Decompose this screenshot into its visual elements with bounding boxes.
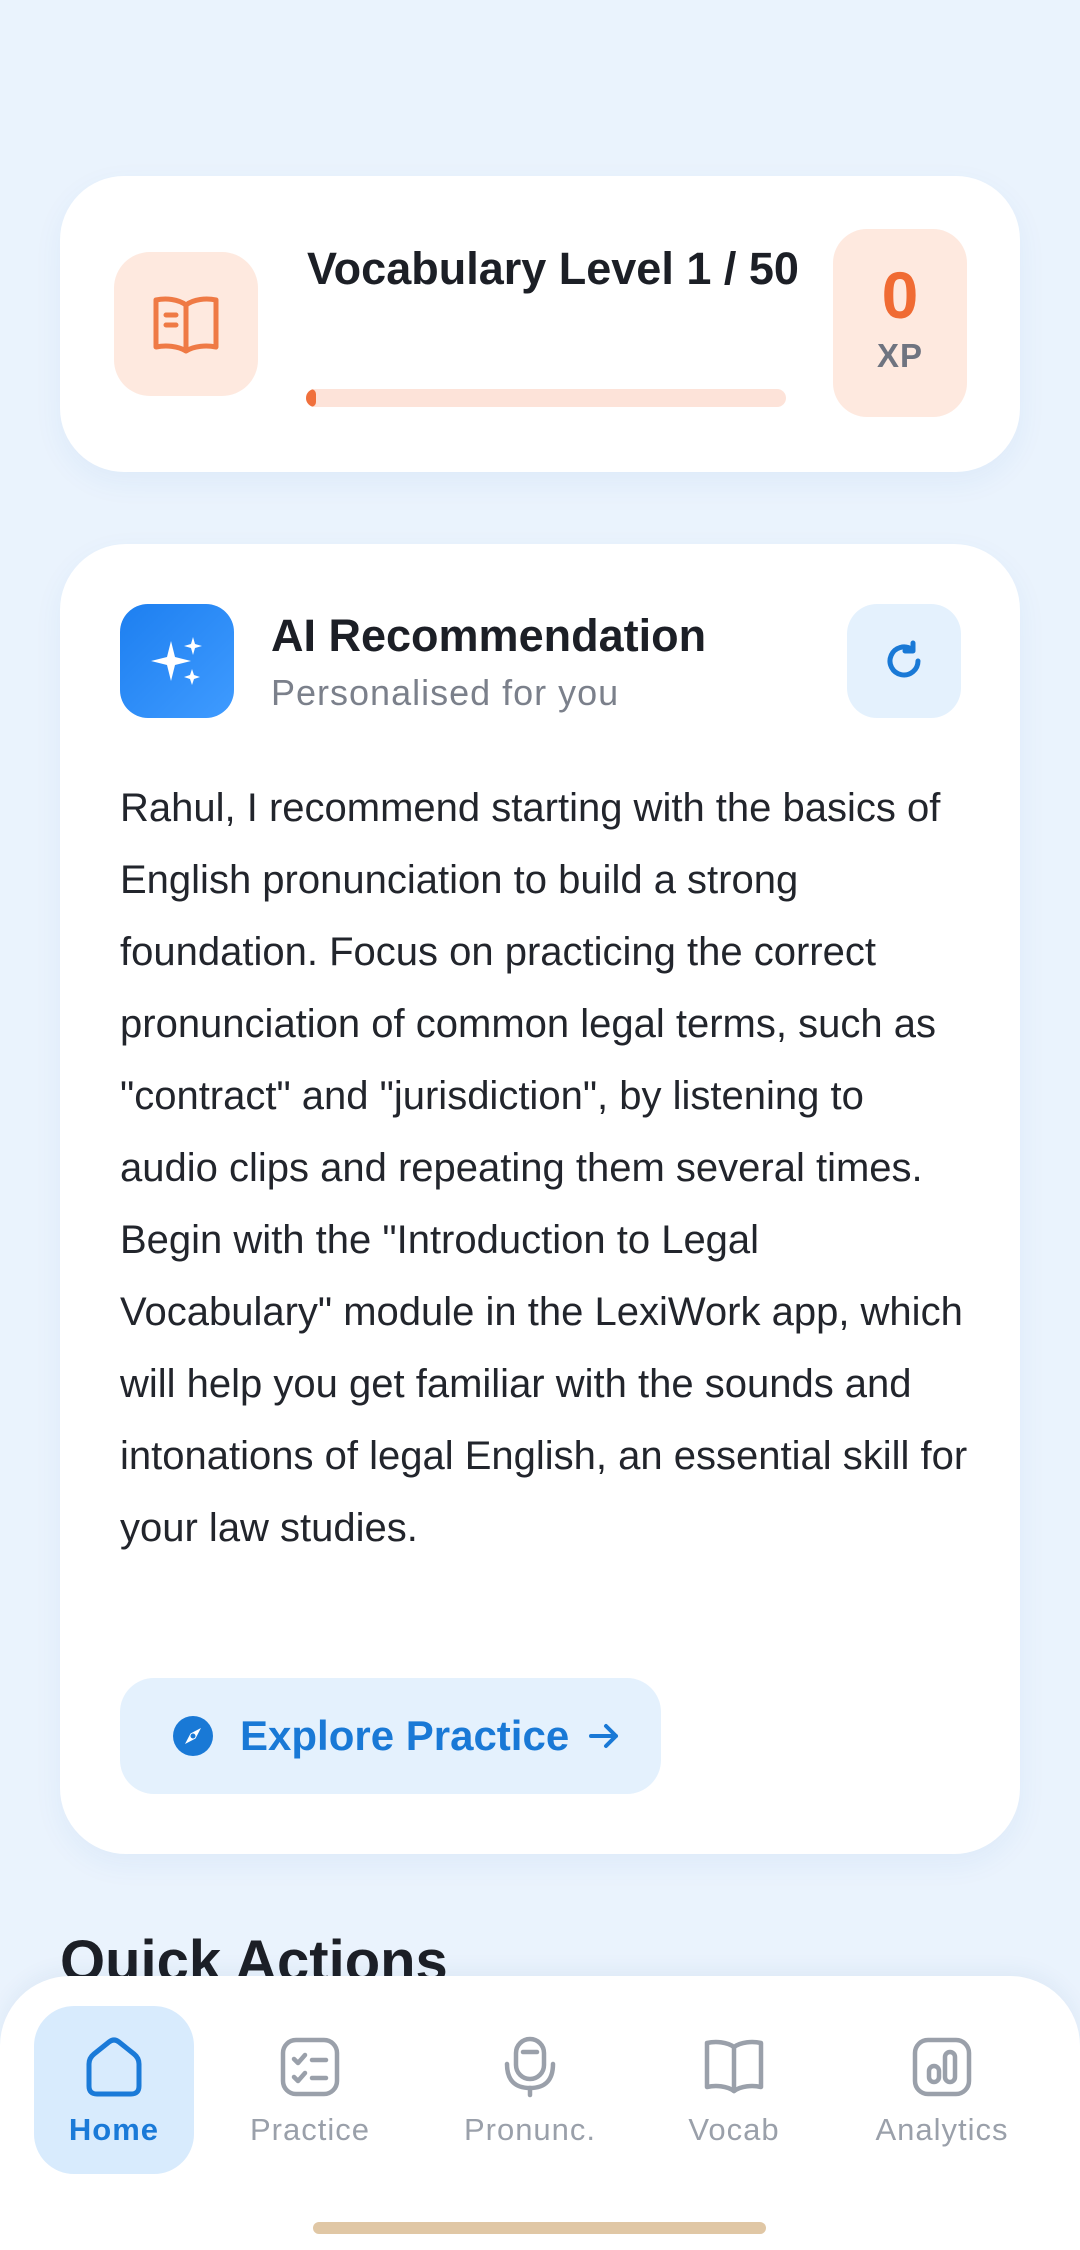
refresh-button[interactable]: [847, 604, 961, 718]
ai-card-subtitle: Personalised for you: [271, 672, 620, 713]
compass-icon: [173, 1716, 213, 1756]
nav-home-label: Home: [68, 2112, 160, 2147]
sparkles-icon: [120, 604, 234, 718]
nav-pronunciation-label: Pronunc.: [463, 2112, 597, 2147]
vocabulary-level-card[interactable]: Vocabulary Level 1 / 50 0 XP: [60, 176, 1020, 472]
refresh-icon: [887, 640, 921, 678]
bottom-navigation: Home Practice Pronunc. Vocab Analytics: [0, 1976, 1080, 2250]
checklist-icon: [280, 2030, 340, 2104]
book-open-icon: [703, 2030, 765, 2104]
home-indicator: [313, 2222, 766, 2234]
nav-home[interactable]: Home: [34, 2006, 194, 2174]
level-title: Vocabulary Level 1 / 50: [307, 243, 799, 294]
ai-card-title: AI Recommendation: [271, 610, 707, 661]
nav-analytics-label: Analytics: [875, 2112, 1009, 2147]
xp-value: 0: [881, 258, 919, 332]
level-progress-bar: [306, 389, 786, 407]
nav-practice[interactable]: Practice: [230, 2006, 390, 2174]
xp-label: XP: [876, 337, 924, 374]
nav-vocab-label: Vocab: [688, 2112, 780, 2147]
ai-recommendation-text: Rahul, I recommend starting with the bas…: [120, 786, 968, 1550]
nav-pronunciation[interactable]: Pronunc.: [448, 2006, 612, 2174]
bar-chart-icon: [912, 2030, 972, 2104]
level-progress-fill: [306, 389, 316, 407]
nav-analytics[interactable]: Analytics: [862, 2006, 1022, 2174]
nav-practice-label: Practice: [250, 2112, 370, 2147]
arrow-right-icon: [587, 1719, 621, 1753]
ai-recommendation-card: AI Recommendation Personalised for you R…: [60, 544, 1020, 1854]
xp-badge: 0 XP: [833, 229, 967, 417]
home-icon: [83, 2030, 145, 2104]
explore-practice-button[interactable]: Explore Practice: [120, 1678, 661, 1794]
home-screen: Vocabulary Level 1 / 50 0 XP AI Recommen…: [0, 0, 1080, 2250]
explore-practice-label: Explore Practice: [240, 1712, 570, 1759]
microphone-icon: [502, 2030, 558, 2104]
nav-vocab[interactable]: Vocab: [654, 2006, 814, 2174]
book-icon: [114, 252, 258, 396]
